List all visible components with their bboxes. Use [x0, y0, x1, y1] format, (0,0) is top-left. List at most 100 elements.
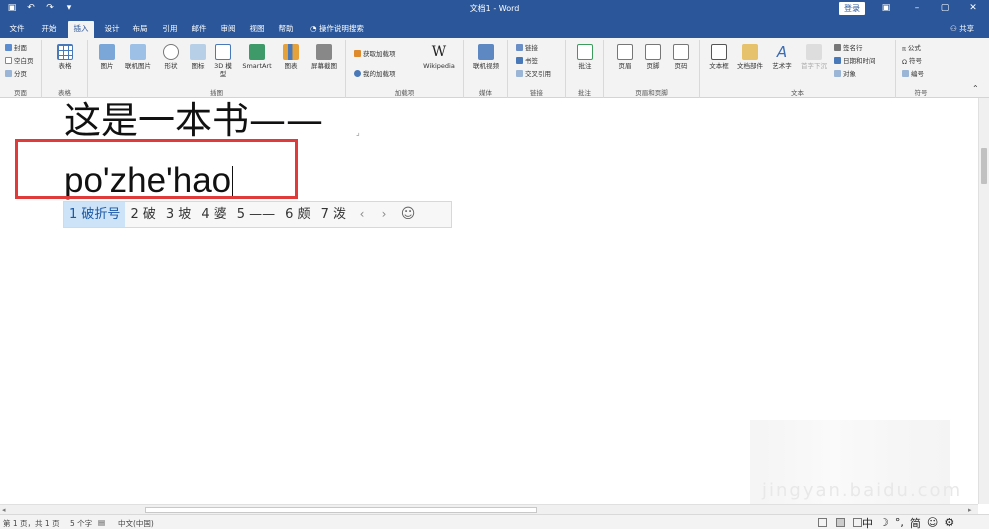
- signature-line-button[interactable]: 签名行: [834, 44, 863, 53]
- online-video-button[interactable]: 联机视频: [468, 44, 504, 70]
- ribbon-tabs: 文件 开始 插入 设计 布局 引用 邮件 审阅 视图 帮助 ◔ 操作说明搜索 ⚇…: [0, 18, 989, 38]
- ime-prev-page-icon[interactable]: ‹: [351, 202, 373, 227]
- cross-reference-button[interactable]: 交叉引用: [516, 70, 551, 79]
- date-time-label: 日期和时间: [843, 57, 876, 65]
- group-links: 链接 书签 交叉引用 链接: [508, 40, 566, 98]
- tab-file[interactable]: 文件: [4, 21, 30, 38]
- print-layout-icon[interactable]: [836, 518, 845, 527]
- equation-button[interactable]: π公式: [902, 44, 921, 53]
- comment-button[interactable]: 批注: [572, 44, 598, 70]
- wordart-button[interactable]: A艺术字: [768, 44, 796, 70]
- tab-insert[interactable]: 插入: [68, 21, 94, 38]
- ime-emoji-icon[interactable]: ☺: [395, 202, 421, 227]
- page-number-button[interactable]: 页码: [668, 44, 694, 70]
- cube-icon: [215, 44, 231, 60]
- ime-settings-icon[interactable]: ⚙: [944, 516, 954, 529]
- tell-me-search[interactable]: ◔ 操作说明搜索: [310, 21, 364, 36]
- vertical-scrollbar[interactable]: [978, 98, 989, 504]
- ime-mode-toggle[interactable]: 中: [862, 515, 873, 531]
- ime-candidate-7[interactable]: 7 泼: [316, 202, 351, 227]
- symbol-button[interactable]: Ω符号: [902, 57, 922, 66]
- word-count[interactable]: 5 个字: [70, 518, 92, 529]
- picture-button[interactable]: 图片: [93, 44, 121, 70]
- ime-candidate-1[interactable]: 1 破折号: [64, 202, 125, 227]
- smartart-label: SmartArt: [242, 62, 271, 70]
- ime-candidate-3[interactable]: 3 坡: [161, 202, 196, 227]
- smartart-button[interactable]: SmartArt: [238, 44, 276, 70]
- tell-me-label: 操作说明搜索: [319, 24, 364, 33]
- tab-layout[interactable]: 布局: [128, 21, 152, 38]
- chart-button[interactable]: 图表: [280, 44, 302, 70]
- tab-mailings[interactable]: 邮件: [187, 21, 211, 38]
- vertical-scroll-thumb[interactable]: [981, 148, 987, 184]
- ime-next-page-icon[interactable]: ›: [373, 202, 395, 227]
- group-addins: 获取加载项 我的加载项 WWikipedia 加载项: [346, 40, 464, 98]
- page-break-button[interactable]: 分页: [5, 70, 27, 79]
- ribbon-display-options-icon[interactable]: ▣: [879, 2, 893, 15]
- table-label: 表格: [59, 62, 72, 70]
- object-button[interactable]: 对象: [834, 70, 856, 79]
- wikipedia-icon: W: [431, 44, 447, 60]
- 3d-model-button[interactable]: 3D 模型: [212, 44, 234, 78]
- login-button[interactable]: 登录: [839, 2, 865, 15]
- chart-icon: [283, 44, 299, 60]
- bookmark-button[interactable]: 书签: [516, 57, 538, 66]
- blank-page-button[interactable]: 空白页: [5, 57, 34, 66]
- ime-candidate-6[interactable]: 6 颇: [280, 202, 315, 227]
- horizontal-scrollbar[interactable]: ◂ ▸: [0, 504, 978, 514]
- header-button[interactable]: 页眉: [612, 44, 638, 70]
- number-button[interactable]: 编号: [902, 70, 924, 79]
- ime-candidate-5[interactable]: 5 ——: [232, 202, 280, 227]
- minimize-icon[interactable]: –: [910, 2, 924, 15]
- shapes-button[interactable]: 形状: [158, 44, 184, 70]
- quick-parts-button[interactable]: 文档部件: [734, 44, 766, 70]
- ime-simplified-toggle[interactable]: 简: [910, 515, 921, 531]
- wikipedia-button[interactable]: WWikipedia: [418, 44, 460, 70]
- table-button[interactable]: 表格: [52, 44, 78, 70]
- drop-cap-button[interactable]: 首字下沉: [798, 44, 830, 70]
- proofing-icon[interactable]: ▤: [98, 518, 105, 527]
- ime-emoji-icon[interactable]: ☺: [927, 516, 938, 529]
- group-label: 加载项: [346, 87, 463, 97]
- store-icon: [354, 50, 361, 57]
- candidate-text: 破折号: [81, 207, 120, 222]
- share-label: 共享: [959, 24, 974, 33]
- language-indicator[interactable]: 中文(中国): [118, 518, 154, 529]
- person-icon: ⚇: [950, 24, 959, 33]
- share-button[interactable]: ⚇ 共享: [950, 21, 974, 36]
- link-button[interactable]: 链接: [516, 44, 538, 53]
- highlight-box: [15, 139, 298, 199]
- smartart-icon: [249, 44, 265, 60]
- collapse-ribbon-icon[interactable]: ⌃: [972, 84, 979, 93]
- my-addins-button[interactable]: 我的加载项: [354, 70, 396, 79]
- maximize-icon[interactable]: ▢: [938, 2, 952, 15]
- online-picture-button[interactable]: 联机图片: [121, 44, 155, 70]
- ime-punctuation-toggle[interactable]: °,: [895, 516, 904, 529]
- tab-view[interactable]: 视图: [245, 21, 269, 38]
- tab-references[interactable]: 引用: [158, 21, 182, 38]
- candidate-number: 6: [285, 207, 293, 222]
- web-layout-icon[interactable]: [853, 518, 862, 527]
- close-icon[interactable]: ✕: [966, 2, 980, 15]
- icons-button[interactable]: 图标: [186, 44, 210, 70]
- footer-button[interactable]: 页脚: [640, 44, 666, 70]
- ime-candidate-4[interactable]: 4 婆: [196, 202, 231, 227]
- online-picture-label: 联机图片: [125, 62, 151, 70]
- tab-home[interactable]: 开始: [36, 21, 62, 38]
- cover-page-button[interactable]: 封面: [5, 44, 27, 53]
- read-mode-icon[interactable]: [818, 518, 827, 527]
- screenshot-button[interactable]: 屏幕截图: [306, 44, 342, 70]
- textbox-button[interactable]: 文本框: [704, 44, 734, 70]
- ime-candidate-2[interactable]: 2 破: [125, 202, 160, 227]
- document-line-1[interactable]: 这是一本书——: [64, 100, 323, 142]
- tab-review[interactable]: 审阅: [216, 21, 240, 38]
- horizontal-scroll-thumb[interactable]: [145, 507, 537, 513]
- tab-help[interactable]: 帮助: [274, 21, 298, 38]
- tab-design[interactable]: 设计: [100, 21, 124, 38]
- get-addins-button[interactable]: 获取加载项: [354, 50, 396, 59]
- header-label: 页眉: [619, 62, 632, 70]
- candidate-number: 1: [69, 207, 77, 222]
- moon-icon[interactable]: ☽: [879, 516, 889, 529]
- page-count[interactable]: 第 1 页，共 1 页: [3, 518, 60, 529]
- date-time-button[interactable]: 日期和时间: [834, 57, 876, 66]
